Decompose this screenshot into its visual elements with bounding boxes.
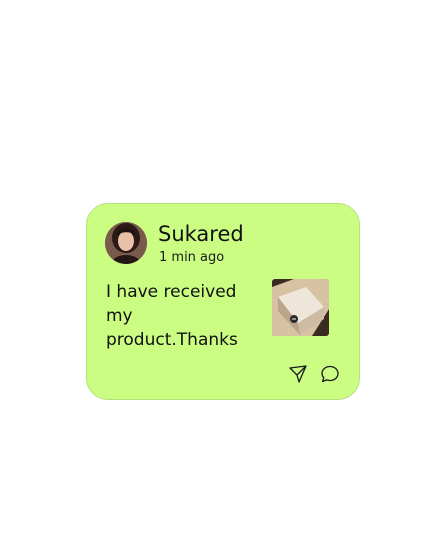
attachment-photo[interactable] <box>272 279 329 336</box>
review-message: I have received my product.Thanks <box>106 282 238 350</box>
comment-icon[interactable] <box>319 363 341 385</box>
avatar <box>105 222 147 264</box>
post-time: 1 min ago <box>159 250 225 265</box>
author-name: Sukared <box>158 222 244 246</box>
review-card: Sukared 1 min ago I have received my pro… <box>86 203 360 400</box>
send-icon[interactable] <box>287 363 309 385</box>
card-actions <box>287 363 341 385</box>
